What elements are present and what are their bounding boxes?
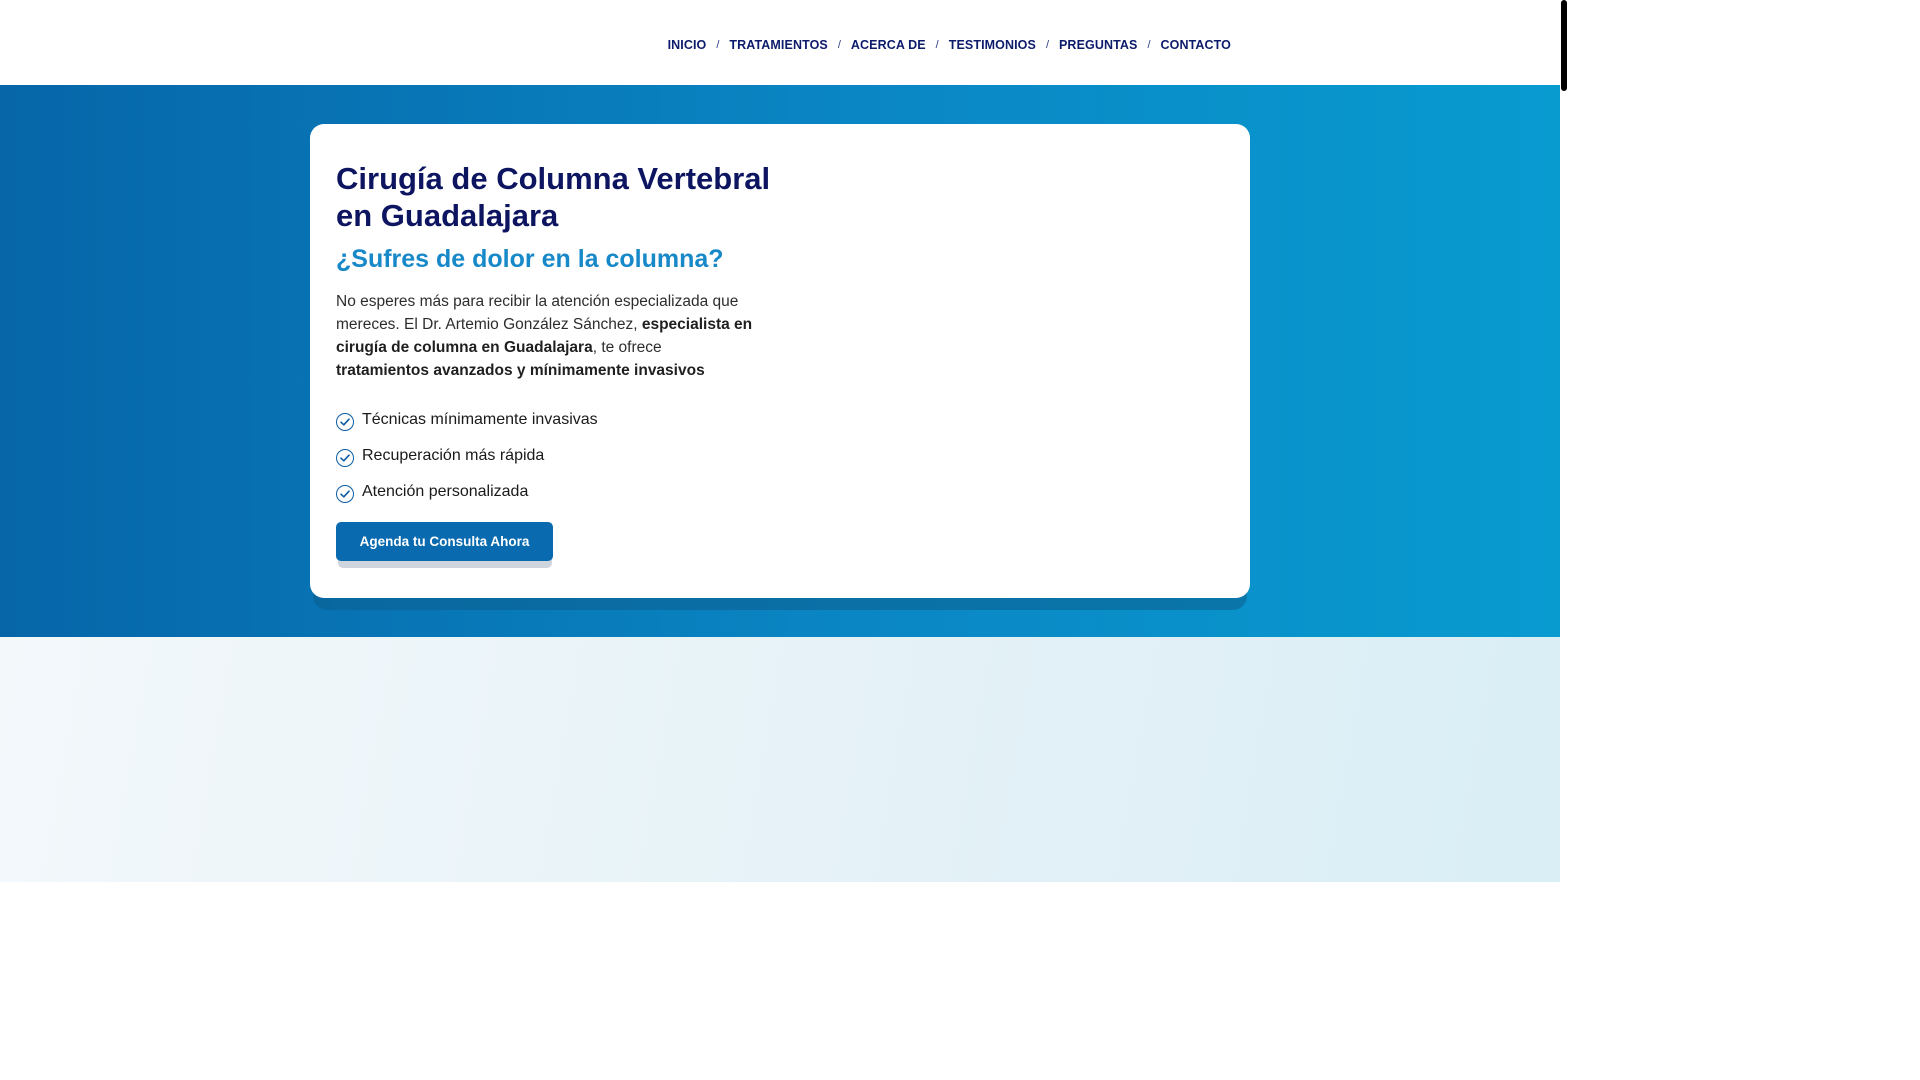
hero-subtitle: ¿Sufres de dolor en la columna? <box>336 245 724 273</box>
feature-text: Técnicas mínimamente invasivas <box>362 411 598 428</box>
hero-title: Cirugía de Columna Vertebral en Guadalaj… <box>336 161 771 233</box>
scrollbar-thumb[interactable] <box>1561 0 1567 91</box>
feature-text: Atención personalizada <box>362 483 529 500</box>
check-circle-icon <box>336 484 354 503</box>
check-circle-icon <box>336 412 354 431</box>
nav-separator: / <box>935 39 939 51</box>
content-section <box>0 637 1560 882</box>
feature-item: Recuperación más rápida <box>336 438 598 474</box>
check-circle-icon <box>336 448 354 467</box>
hero-description-bold: tratamientos avanzados y mínimamente inv… <box>336 362 705 379</box>
feature-item: Atención personalizada <box>336 474 598 510</box>
nav-separator: / <box>1147 39 1151 51</box>
scrollbar-track[interactable] <box>1560 0 1568 882</box>
nav-separator: / <box>837 39 841 51</box>
feature-text: Recuperación más rápida <box>362 447 545 464</box>
nav-item-inicio[interactable]: INICIO <box>668 38 707 52</box>
nav-item-acerca-de[interactable]: ACERCA DE <box>851 38 926 52</box>
nav-separator: / <box>1045 39 1049 51</box>
feature-list: Técnicas mínimamente invasivas Recuperac… <box>336 402 598 510</box>
hero-description-text: , te ofrece <box>592 339 662 356</box>
hero-description: No esperes más para recibir la atención … <box>336 290 756 382</box>
page: INICIO / TRATAMIENTOS / ACERCA DE / TEST… <box>0 0 1560 1080</box>
nav-item-testimonios[interactable]: TESTIMONIOS <box>949 38 1036 52</box>
nav-separator: / <box>716 39 720 51</box>
site-header: INICIO / TRATAMIENTOS / ACERCA DE / TEST… <box>0 0 1560 85</box>
book-consultation-button[interactable]: Agenda tu Consulta Ahora <box>336 522 553 561</box>
nav-item-contacto[interactable]: CONTACTO <box>1161 38 1231 52</box>
nav-item-preguntas[interactable]: PREGUNTAS <box>1059 38 1137 52</box>
main-nav: INICIO / TRATAMIENTOS / ACERCA DE / TEST… <box>668 38 1231 52</box>
feature-item: Técnicas mínimamente invasivas <box>336 402 598 438</box>
nav-item-tratamientos[interactable]: TRATAMIENTOS <box>729 38 827 52</box>
hero-card: Cirugía de Columna Vertebral en Guadalaj… <box>310 124 1250 598</box>
cta-wrapper: Agenda tu Consulta Ahora <box>336 522 553 568</box>
